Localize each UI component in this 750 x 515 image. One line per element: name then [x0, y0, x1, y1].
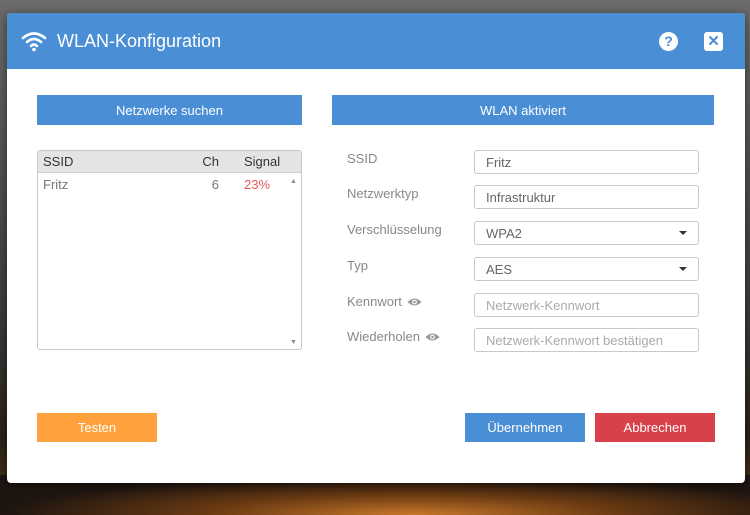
network-list[interactable]: SSID Ch Signal Fritz 6 23% ▲ ▼: [37, 150, 302, 350]
repeat-password-input[interactable]: Netzwerk-Kennwort bestätigen: [474, 328, 699, 352]
network-signal: 23%: [244, 176, 271, 192]
search-networks-button[interactable]: Netzwerke suchen: [37, 95, 302, 125]
scroll-up-arrow-icon[interactable]: ▲: [289, 178, 298, 185]
repeat-password-label: Wiederholen: [347, 329, 440, 344]
network-type-value: Infrastruktur: [486, 189, 556, 205]
network-list-header: SSID Ch Signal: [38, 151, 301, 173]
ssid-input[interactable]: Fritz: [474, 150, 699, 174]
encryption-value: WPA2: [486, 225, 522, 241]
repeat-label-text: Wiederholen: [347, 329, 420, 344]
column-channel[interactable]: Ch: [188, 154, 228, 169]
dialog-title: WLAN-Konfiguration: [57, 30, 222, 51]
encryption-label: Verschlüsselung: [347, 222, 442, 237]
ssid-label-text: SSID: [347, 151, 378, 166]
wifi-icon: [21, 32, 47, 52]
password-label-text: Kennwort: [347, 294, 402, 309]
column-ssid[interactable]: SSID: [38, 154, 188, 169]
test-button[interactable]: Testen: [37, 413, 157, 442]
eye-icon[interactable]: [407, 297, 422, 307]
eye-icon[interactable]: [425, 332, 440, 342]
cancel-button[interactable]: Abbrechen: [595, 413, 715, 442]
ssid-label: SSID: [347, 151, 377, 166]
network-ssid: Fritz: [43, 176, 69, 192]
ssid-value: Fritz: [486, 154, 512, 170]
chevron-down-icon: [679, 267, 687, 271]
help-button[interactable]: ?: [659, 31, 678, 51]
type-value: AES: [486, 261, 513, 277]
type-label: Typ: [347, 258, 368, 273]
close-icon: ✕: [707, 33, 720, 50]
apply-button[interactable]: Übernehmen: [465, 413, 585, 442]
chevron-down-icon: [679, 231, 687, 235]
encryption-select[interactable]: WPA2: [474, 221, 699, 245]
network-type-label: Netzwerktyp: [347, 186, 419, 201]
type-label-text: Typ: [347, 258, 368, 273]
help-icon: ?: [664, 33, 673, 49]
wlan-enabled-toggle[interactable]: WLAN aktiviert: [332, 95, 714, 125]
encryption-label-text: Verschlüsselung: [347, 222, 442, 237]
password-label: Kennwort: [347, 294, 422, 309]
wlan-config-dialog: WLAN-Konfiguration ? ✕ Netzwerke suchen …: [7, 13, 745, 483]
type-select[interactable]: AES: [474, 257, 699, 281]
title-bar: WLAN-Konfiguration ? ✕: [7, 13, 745, 69]
password-input[interactable]: Netzwerk-Kennwort: [474, 293, 699, 317]
network-type-label-text: Netzwerktyp: [347, 186, 419, 201]
network-row[interactable]: Fritz 6 23%: [38, 173, 301, 195]
repeat-placeholder: Netzwerk-Kennwort bestätigen: [486, 332, 664, 348]
close-button[interactable]: ✕: [704, 31, 723, 51]
password-placeholder: Netzwerk-Kennwort: [486, 297, 600, 313]
network-type-input[interactable]: Infrastruktur: [474, 185, 699, 209]
scroll-down-arrow-icon[interactable]: ▼: [289, 339, 298, 346]
column-signal[interactable]: Signal: [228, 154, 284, 169]
network-channel: 6: [211, 176, 219, 192]
